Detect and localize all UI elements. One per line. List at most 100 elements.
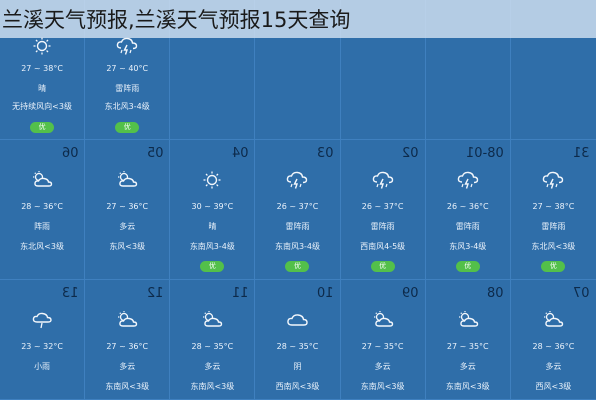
- page-title: 兰溪天气预报,兰溪天气预报15天查询: [2, 8, 351, 32]
- day-number: 03: [317, 146, 334, 161]
- day-number: 11: [231, 286, 249, 301]
- thunder-rain-icon: [456, 170, 480, 190]
- temp-range: 27 ~ 38°C: [21, 64, 63, 73]
- temp-range: 28 ~ 36°C: [21, 202, 63, 211]
- wind-info: 西南风4-5级: [360, 242, 406, 251]
- day-number: 10: [317, 286, 334, 301]
- day-number: 04: [231, 146, 249, 161]
- thunder-rain-icon: [285, 170, 309, 190]
- air-quality-badge: 优: [285, 261, 310, 272]
- wind-info: 西南风<3级: [275, 382, 320, 391]
- day-number: 09: [402, 286, 419, 301]
- forecast-grid: 27 ~ 38°C 晴 无持续风向<3级 优 27 ~ 40°C 雷阵雨 东北风…: [0, 0, 596, 400]
- day-number: 05: [146, 146, 164, 161]
- weather-condition: 多云: [459, 362, 476, 371]
- air-quality-badge: 优: [115, 122, 140, 133]
- partly-cloudy-icon: [30, 170, 54, 190]
- weather-condition: 阵雨: [34, 222, 51, 231]
- day-number: 12: [146, 286, 164, 301]
- air-quality-badge: 优: [455, 261, 480, 272]
- temp-range: 28 ~ 35°C: [191, 342, 234, 351]
- thunder-rain-icon: [541, 170, 565, 190]
- day-cell[interactable]: 11 28 ~ 35°C 多云 东南风<3级: [170, 280, 256, 400]
- thunder-rain-icon: [371, 170, 395, 190]
- wind-info: 东南风<3级: [445, 382, 490, 391]
- temp-range: 27 ~ 36°C: [106, 342, 149, 351]
- weather-condition: 小雨: [34, 362, 51, 371]
- weather-condition: 雷阵雨: [541, 222, 566, 231]
- weather-condition: 雷阵雨: [370, 222, 395, 231]
- air-quality-badge: 优: [30, 122, 55, 133]
- weather-condition: 雷阵雨: [285, 222, 310, 231]
- weather-condition: 多云: [119, 362, 136, 371]
- day-number: 02: [402, 146, 419, 161]
- temp-range: 27 ~ 40°C: [106, 64, 149, 73]
- weather-condition: 晴: [208, 222, 217, 231]
- weather-condition: 多云: [204, 362, 221, 371]
- day-cell[interactable]: 10 28 ~ 35°C 阴 西南风<3级: [255, 280, 341, 400]
- partly-cloudy-icon: [115, 170, 139, 190]
- partly-cloudy-icon: [371, 310, 395, 330]
- weather-condition: 晴: [38, 84, 47, 93]
- temp-range: 26 ~ 36°C: [446, 202, 489, 211]
- day-number: 13: [61, 286, 79, 301]
- temp-range: 27 ~ 35°C: [361, 342, 404, 351]
- wind-info: 东南风<3级: [190, 382, 235, 391]
- temp-range: 27 ~ 38°C: [532, 202, 575, 211]
- wind-info: 无持续风向<3级: [12, 102, 72, 111]
- weather-condition: 阴: [293, 362, 302, 371]
- title-banner: 兰溪天气预报,兰溪天气预报15天查询: [0, 0, 596, 38]
- wind-info: 东北风<3级: [20, 242, 64, 251]
- weather-condition: 多云: [374, 362, 391, 371]
- temp-range: 28 ~ 36°C: [532, 342, 575, 351]
- weather-condition: 雷阵雨: [115, 84, 140, 93]
- rain-icon: [30, 310, 54, 330]
- temp-range: 26 ~ 37°C: [276, 202, 319, 211]
- sun-icon: [200, 170, 224, 190]
- wind-info: 西风<3级: [535, 382, 572, 391]
- wind-info: 东南风<3级: [105, 382, 150, 391]
- day-cell[interactable]: 31 27 ~ 38°C 雷阵雨 东北风<3级 优: [510, 140, 596, 280]
- day-number: 07: [573, 286, 590, 301]
- temp-range: 26 ~ 37°C: [361, 202, 404, 211]
- wind-info: 东风3-4级: [449, 242, 487, 251]
- day-cell[interactable]: 07 28 ~ 36°C 多云 西风<3级: [510, 280, 596, 400]
- partly-cloudy-icon: [200, 310, 224, 330]
- day-number: 08-01: [466, 146, 504, 161]
- day-cell[interactable]: 12 27 ~ 36°C 多云 东南风<3级: [85, 280, 171, 400]
- weather-condition: 多云: [545, 362, 562, 371]
- day-cell[interactable]: 04 30 ~ 39°C 晴 东南风3-4级 优: [170, 140, 256, 280]
- wind-info: 东北风<3级: [531, 242, 576, 251]
- day-cell[interactable]: 09 27 ~ 35°C 多云 东南风<3级: [340, 280, 426, 400]
- partly-cloudy-icon: [456, 310, 480, 330]
- air-quality-badge: 优: [370, 261, 395, 272]
- partly-cloudy-icon: [541, 310, 565, 330]
- temp-range: 28 ~ 35°C: [276, 342, 319, 351]
- temp-range: 27 ~ 36°C: [106, 202, 149, 211]
- day-cell[interactable]: 05 27 ~ 36°C 多云 东风<3级: [85, 140, 171, 280]
- wind-info: 东南风3-4级: [189, 242, 235, 251]
- day-number: 06: [61, 146, 79, 161]
- partly-cloudy-icon: [115, 310, 139, 330]
- day-cell[interactable]: 06 28 ~ 36°C 阵雨 东北风<3级: [0, 140, 86, 280]
- wind-info: 东南风3-4级: [274, 242, 321, 251]
- sun-icon: [30, 36, 54, 56]
- temp-range: 23 ~ 32°C: [21, 342, 63, 351]
- temp-range: 30 ~ 39°C: [191, 202, 234, 211]
- day-cell[interactable]: 08-01 26 ~ 36°C 雷阵雨 东风3-4级 优: [425, 140, 511, 280]
- day-cell[interactable]: 08 27 ~ 35°C 多云 东南风<3级: [425, 280, 511, 400]
- day-number: 08: [487, 286, 504, 301]
- cloud-icon: [285, 310, 309, 330]
- air-quality-badge: 优: [541, 261, 566, 272]
- temp-range: 27 ~ 35°C: [446, 342, 489, 351]
- day-cell[interactable]: 03 26 ~ 37°C 雷阵雨 东南风3-4级 优: [255, 140, 341, 280]
- weather-condition: 雷阵雨: [455, 222, 480, 231]
- day-cell[interactable]: 13 23 ~ 32°C 小雨: [0, 280, 86, 400]
- wind-info: 东风<3级: [109, 242, 146, 251]
- day-number: 31: [573, 146, 590, 161]
- wind-info: 东北风3-4级: [104, 102, 150, 111]
- thunder-rain-icon: [115, 36, 139, 56]
- day-cell[interactable]: 02 26 ~ 37°C 雷阵雨 西南风4-5级 优: [340, 140, 426, 280]
- weather-condition: 多云: [119, 222, 136, 231]
- air-quality-badge: 优: [200, 261, 225, 272]
